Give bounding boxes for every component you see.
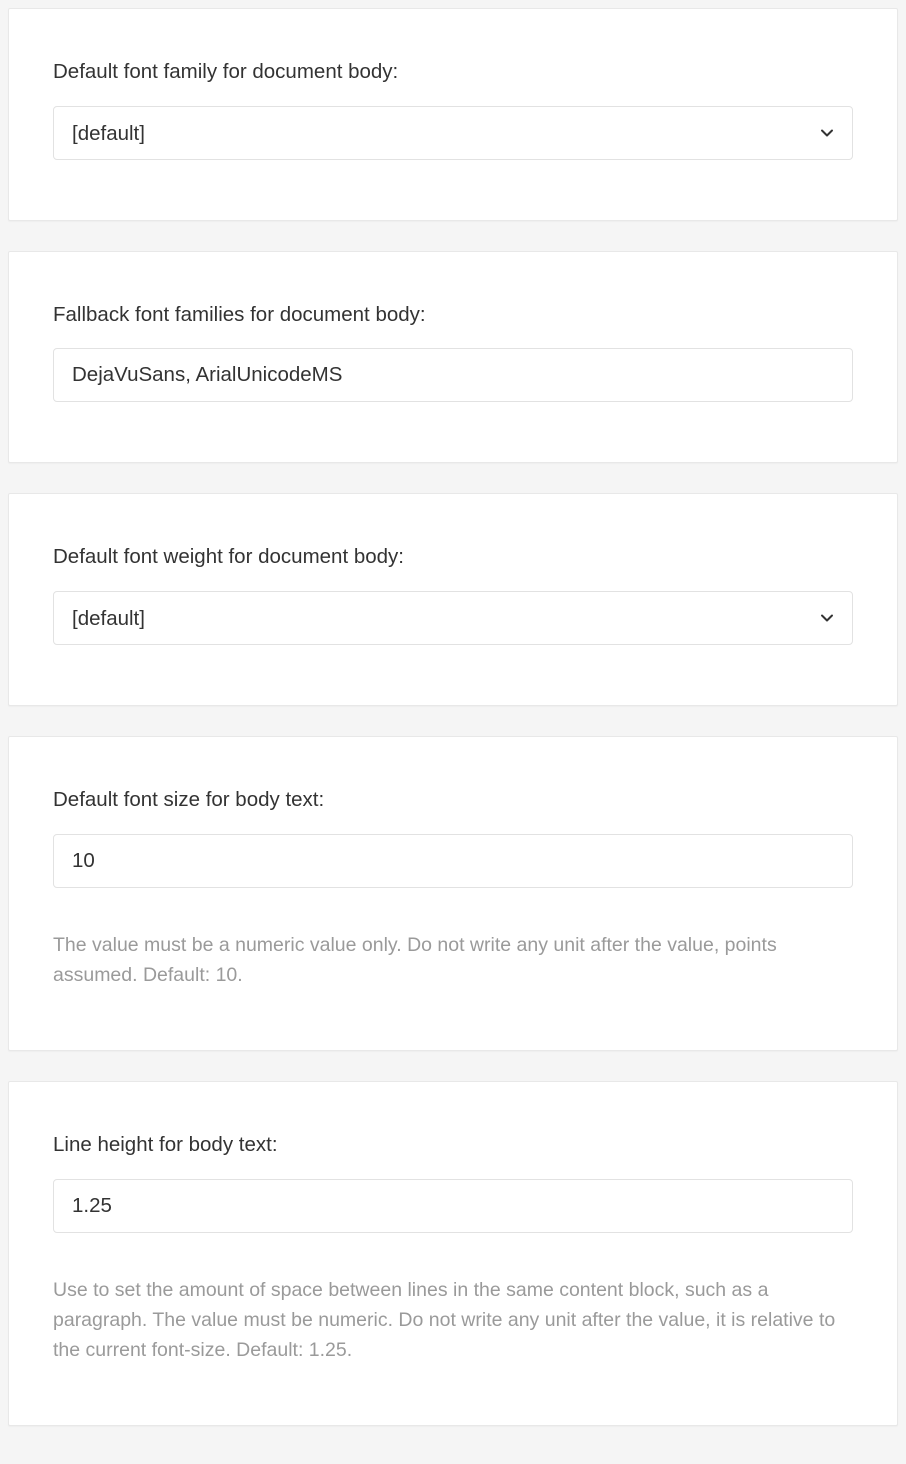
select-font-weight-wrap: [default] xyxy=(53,591,853,645)
label-line-height: Line height for body text: xyxy=(53,1132,853,1159)
helper-line-height: Use to set the amount of space between l… xyxy=(53,1275,853,1366)
select-font-family-wrap: [default] xyxy=(53,106,853,160)
card-font-size: Default font size for body text: The val… xyxy=(8,736,898,1051)
card-line-height: Line height for body text: Use to set th… xyxy=(8,1081,898,1426)
card-fallback-fonts: Fallback font families for document body… xyxy=(8,251,898,464)
label-fallback-fonts: Fallback font families for document body… xyxy=(53,302,853,329)
select-font-weight[interactable]: [default] xyxy=(53,591,853,645)
input-line-height[interactable] xyxy=(53,1179,853,1233)
card-font-weight: Default font weight for document body: [… xyxy=(8,493,898,706)
input-font-size[interactable] xyxy=(53,834,853,888)
label-font-weight: Default font weight for document body: xyxy=(53,544,853,571)
label-font-family: Default font family for document body: xyxy=(53,59,853,86)
select-font-family[interactable]: [default] xyxy=(53,106,853,160)
input-fallback-fonts[interactable] xyxy=(53,348,853,402)
helper-font-size: The value must be a numeric value only. … xyxy=(53,930,853,990)
label-font-size: Default font size for body text: xyxy=(53,787,853,814)
card-font-family: Default font family for document body: [… xyxy=(8,8,898,221)
